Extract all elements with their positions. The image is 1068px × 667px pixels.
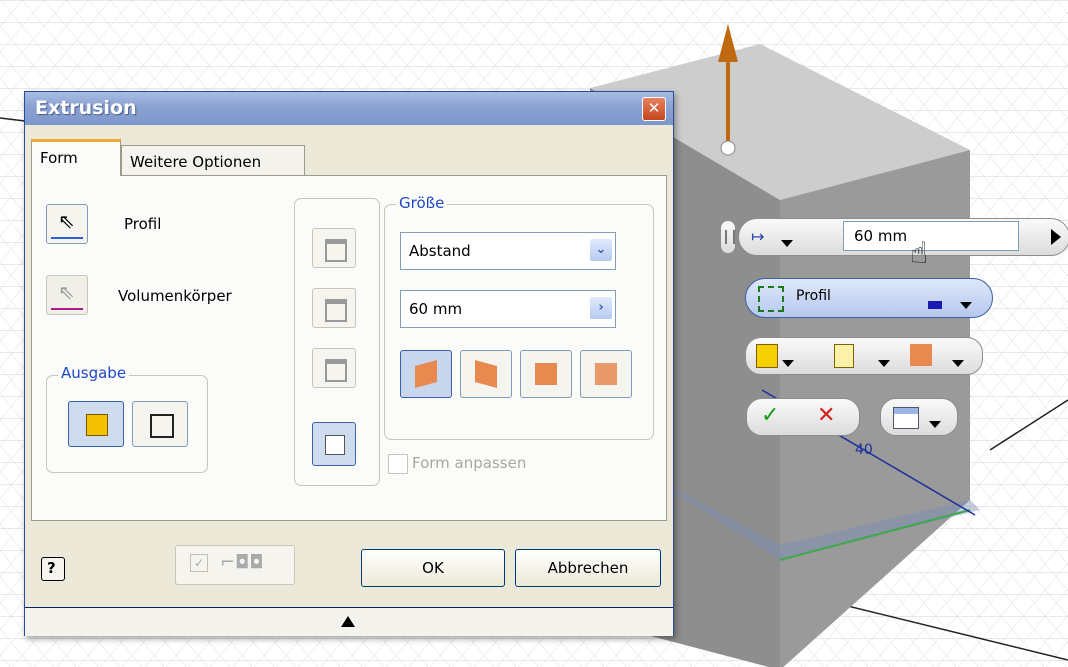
options-button[interactable] (880, 398, 958, 436)
tab-panel: ⇖ Profil ⇖ Volumenkörper Ausgabe Größe A… (31, 175, 667, 521)
tab-form[interactable]: Form (31, 139, 121, 176)
check-icon: ✓ (190, 554, 208, 572)
distance-input[interactable]: 60 mm › (400, 290, 616, 328)
new-solid-icon[interactable] (834, 344, 854, 368)
profile-label: Profil (124, 215, 162, 233)
selection-color-swatch (928, 301, 942, 309)
solid-output-button[interactable] (68, 401, 124, 447)
cut-button[interactable] (312, 288, 356, 328)
pointer-icon: ⇖ (58, 209, 75, 233)
help-icon: ? (47, 559, 56, 577)
confirm-row: ✓ ✕ (746, 398, 860, 436)
help-button[interactable]: ? (41, 557, 65, 581)
solid-output-icon (86, 414, 108, 436)
chevron-down-icon[interactable] (952, 353, 964, 371)
hand-cursor-icon: ☝ (910, 236, 929, 271)
extent-select[interactable]: Abstand ⌄ (400, 232, 616, 270)
chevron-down-icon (929, 414, 941, 432)
direction-1-button[interactable] (400, 350, 452, 398)
direction-buttons (400, 350, 640, 398)
list-icon (893, 407, 919, 429)
next-arrow-icon[interactable] (1051, 229, 1061, 245)
next-arrow-icon[interactable]: › (590, 297, 612, 319)
tab-weitere-optionen[interactable]: Weitere Optionen (121, 145, 305, 179)
output-group-title: Ausgabe (58, 364, 130, 382)
chevron-down-icon[interactable] (878, 353, 890, 371)
direction-2-icon (475, 360, 497, 388)
direction-2-button[interactable] (460, 350, 512, 398)
new-solid-button[interactable] (312, 422, 356, 466)
extent-value: Abstand (409, 242, 471, 260)
distance-mode-icon[interactable]: ↦ (751, 227, 764, 246)
surface-output-button[interactable] (132, 401, 188, 447)
dimension-label[interactable]: 40 (855, 442, 873, 458)
toolbar-grip[interactable] (720, 220, 736, 254)
chevron-down-icon[interactable] (781, 233, 793, 251)
symmetric-icon (535, 363, 557, 385)
size-group-title: Größe (396, 194, 448, 212)
solid-label: Volumenkörper (118, 287, 232, 305)
asymmetric-icon (595, 363, 617, 385)
extrusion-dialog: Extrusion ✕ Form Weitere Optionen ⇖ Prof… (24, 91, 674, 636)
ok-button[interactable]: OK (361, 549, 505, 587)
match-shape-checkbox[interactable] (388, 454, 408, 474)
solid-output-icon[interactable] (756, 344, 778, 368)
intersect-icon (325, 359, 347, 382)
cut-icon (325, 299, 347, 322)
expand-bar[interactable] (25, 607, 673, 636)
intersect-button[interactable] (312, 348, 356, 388)
solid-button[interactable]: ⇖ (46, 275, 88, 315)
join-icon (325, 239, 347, 262)
direction-1-icon (415, 360, 437, 388)
match-shape-label: Form anpassen (412, 454, 527, 472)
direction-icon[interactable] (910, 344, 932, 366)
symmetric-button[interactable] (520, 350, 572, 398)
title-bar[interactable]: Extrusion ✕ (25, 92, 673, 125)
cancel-button[interactable]: Abbrechen (515, 549, 661, 587)
profile-selector[interactable]: Profil (745, 278, 993, 318)
new-solid-icon (325, 435, 345, 455)
asymmetric-button[interactable] (580, 350, 632, 398)
glasses-icon: ⌐◘◘ (220, 552, 264, 573)
dropdown-chevron-icon[interactable]: ⌄ (590, 239, 612, 261)
check-icon[interactable]: ✓ (761, 403, 779, 428)
close-icon[interactable]: ✕ (642, 97, 666, 121)
cancel-icon[interactable]: ✕ (817, 403, 835, 428)
distance-row: ↦ 60 mm (738, 218, 1068, 256)
output-row (745, 337, 983, 375)
solid-pointer-icon: ⇖ (58, 280, 75, 304)
preview-toggle[interactable]: ✓ ⌐◘◘ (175, 545, 295, 585)
surface-output-icon (150, 414, 174, 438)
expand-arrow-icon (341, 616, 355, 627)
profile-button[interactable]: ⇖ (46, 204, 88, 244)
mini-profile-label: Profil (796, 288, 831, 304)
distance-value: 60 mm (409, 300, 463, 318)
join-button[interactable] (312, 228, 356, 268)
chevron-down-icon[interactable] (960, 295, 972, 313)
dialog-title: Extrusion (35, 97, 137, 119)
mini-distance-input[interactable]: 60 mm (843, 221, 1019, 251)
profile-select-icon (758, 286, 784, 312)
chevron-down-icon[interactable] (782, 353, 794, 371)
